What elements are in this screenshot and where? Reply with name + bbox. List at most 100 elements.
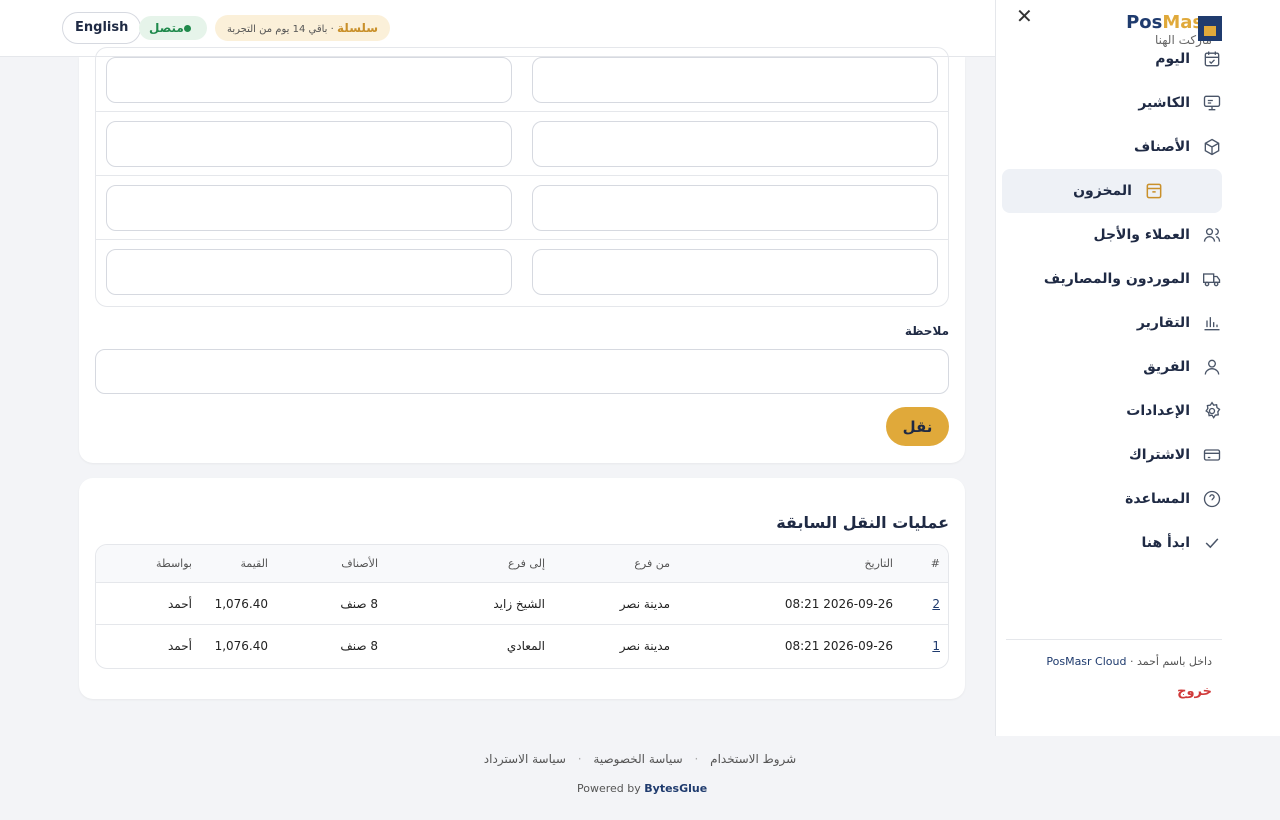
sidebar-item-label: المساعدة xyxy=(1125,491,1190,507)
row-to: المعادي xyxy=(506,639,545,653)
history-table: # التاريخ من فرع إلى فرع الأصناف القيمة … xyxy=(95,544,949,669)
powered-brand[interactable]: BytesGlue xyxy=(644,782,707,795)
grid-row xyxy=(96,48,948,112)
signed-in-info: داخل باسم أحمد · PosMasr Cloud xyxy=(1046,655,1212,668)
transfer-history-card: عمليات النقل السابقة # التاريخ من فرع إل… xyxy=(79,478,965,699)
row-to: الشيخ زايد xyxy=(493,596,545,611)
row-items: 8 صنف xyxy=(340,596,378,611)
row-items: 8 صنف xyxy=(340,639,378,653)
grid-row xyxy=(96,112,948,176)
sidebar-item-label: الفريق xyxy=(1143,359,1190,375)
history-title: عمليات النقل السابقة xyxy=(776,513,949,532)
item-field[interactable] xyxy=(532,57,938,103)
trial-badge[interactable]: سلسلة · باقي 14 يوم من التجربة xyxy=(215,15,391,41)
powered-by: Powered by BytesGlue xyxy=(577,782,708,795)
col-date: التاريخ xyxy=(864,557,893,570)
sidebar: ✕ PosMasr ماركت الهنا اليوم الكاشير الأصنا… xyxy=(995,0,1280,736)
row-id-link[interactable]: 1 xyxy=(932,625,940,667)
transfer-items-grid xyxy=(95,47,949,307)
col-items: الأصناف xyxy=(341,557,378,570)
sidebar-item-9[interactable]: الاشتراك xyxy=(1002,433,1222,477)
row-from: مدينة نصر xyxy=(619,596,670,611)
archive-icon xyxy=(1144,181,1164,201)
table-row: 2 2026-09-26 08:21 مدينة نصر الشيخ زايد … xyxy=(96,583,948,625)
refund-link[interactable]: سياسة الاسترداد xyxy=(484,752,566,766)
sidebar-item-0[interactable]: اليوم xyxy=(1002,37,1222,81)
row-date: 2026-09-26 08:21 xyxy=(784,596,893,611)
truck-icon xyxy=(1202,269,1222,289)
item-field[interactable] xyxy=(532,121,938,167)
col-from: من فرع xyxy=(634,557,670,570)
item-field[interactable] xyxy=(106,121,512,167)
sidebar-item-label: الكاشير xyxy=(1138,95,1190,111)
sidebar-item-2[interactable]: الأصناف xyxy=(1002,125,1222,169)
sidebar-item-4[interactable]: العملاء والأجل xyxy=(1002,213,1222,257)
table-row: 1 2026-09-26 08:21 مدينة نصر المعادي 8 ص… xyxy=(96,625,948,667)
status-label: متصل xyxy=(149,21,184,35)
footer-separator: · xyxy=(577,752,582,766)
row-by: أحمد xyxy=(168,596,192,611)
item-field[interactable] xyxy=(532,185,938,231)
col-to: إلى فرع xyxy=(508,557,545,570)
sidebar-item-label: الأصناف xyxy=(1134,139,1190,155)
logout-link[interactable]: خروج xyxy=(1177,684,1212,699)
sidebar-item-label: المخزون xyxy=(1073,183,1132,199)
sidebar-item-6[interactable]: التقارير xyxy=(1002,301,1222,345)
sidebar-item-label: الاشتراك xyxy=(1128,447,1190,463)
sidebar-item-label: الإعدادات xyxy=(1126,403,1190,419)
item-field[interactable] xyxy=(106,249,512,295)
col-by: بواسطة xyxy=(156,557,192,570)
table-header: # التاريخ من فرع إلى فرع الأصناف القيمة … xyxy=(96,545,948,583)
sidebar-divider xyxy=(1006,639,1222,640)
monitor-icon xyxy=(1202,93,1222,113)
col-value: القيمة xyxy=(240,557,268,570)
item-field[interactable] xyxy=(106,185,512,231)
box-icon xyxy=(1202,137,1222,157)
note-input[interactable] xyxy=(95,349,949,394)
sidebar-nav: اليوم الكاشير الأصناف المخزون العملاء والأجل… xyxy=(1002,37,1222,565)
terms-link[interactable]: شروط الاستخدام xyxy=(710,752,796,766)
col-idx: # xyxy=(930,557,940,570)
item-field[interactable] xyxy=(106,57,512,103)
grid-row xyxy=(96,176,948,240)
sidebar-item-label: العملاء والأجل xyxy=(1093,227,1190,243)
calendar-check-icon xyxy=(1202,49,1222,69)
sidebar-item-11[interactable]: ابدأ هنا xyxy=(1002,521,1222,565)
users-icon xyxy=(1202,225,1222,245)
row-date: 2026-09-26 08:21 xyxy=(784,639,893,653)
row-from: مدينة نصر xyxy=(619,639,670,653)
plan-name: سلسلة xyxy=(337,21,379,35)
sidebar-item-1[interactable]: الكاشير xyxy=(1002,81,1222,125)
item-field[interactable] xyxy=(532,249,938,295)
privacy-link[interactable]: سياسة الخصوصية xyxy=(593,752,682,766)
check-icon xyxy=(1202,533,1222,553)
sidebar-item-3[interactable]: المخزون xyxy=(1002,169,1222,213)
sidebar-item-7[interactable]: الفريق xyxy=(1002,345,1222,389)
sidebar-item-label: ابدأ هنا xyxy=(1141,535,1191,551)
sidebar-item-8[interactable]: الإعدادات xyxy=(1002,389,1222,433)
bar-chart-icon xyxy=(1202,313,1222,333)
row-value: 1,076.40 xyxy=(214,639,268,653)
sidebar-item-10[interactable]: المساعدة xyxy=(1002,477,1222,521)
row-id-link[interactable]: 2 xyxy=(932,583,940,624)
close-icon[interactable]: ✕ xyxy=(1016,4,1033,28)
user-icon xyxy=(1202,357,1222,377)
row-by: أحمد xyxy=(168,639,192,653)
trial-text: · باقي 14 يوم من التجربة xyxy=(227,24,334,35)
status-dot-icon xyxy=(183,25,191,32)
language-toggle-button[interactable]: English xyxy=(62,12,142,44)
footer-links: شروط الاستخدام · سياسة الخصوصية · سياسة … xyxy=(0,752,1280,766)
credit-card-icon xyxy=(1202,445,1222,465)
sidebar-item-5[interactable]: الموردون والمصاريف xyxy=(1002,257,1222,301)
sidebar-item-label: التقارير xyxy=(1136,315,1190,331)
sidebar-item-label: الموردون والمصاريف xyxy=(1043,271,1190,287)
transfer-button[interactable]: نقل xyxy=(886,407,949,446)
connection-status-badge: متصل xyxy=(139,16,207,40)
help-circle-icon xyxy=(1202,489,1222,509)
sidebar-item-label: اليوم xyxy=(1155,51,1190,67)
footer-separator: · xyxy=(694,752,699,766)
grid-row xyxy=(96,240,948,304)
row-value: 1,076.40 xyxy=(214,596,268,611)
transfer-form-card: ملاحظة نقل xyxy=(79,47,965,463)
note-label: ملاحظة xyxy=(904,324,949,338)
